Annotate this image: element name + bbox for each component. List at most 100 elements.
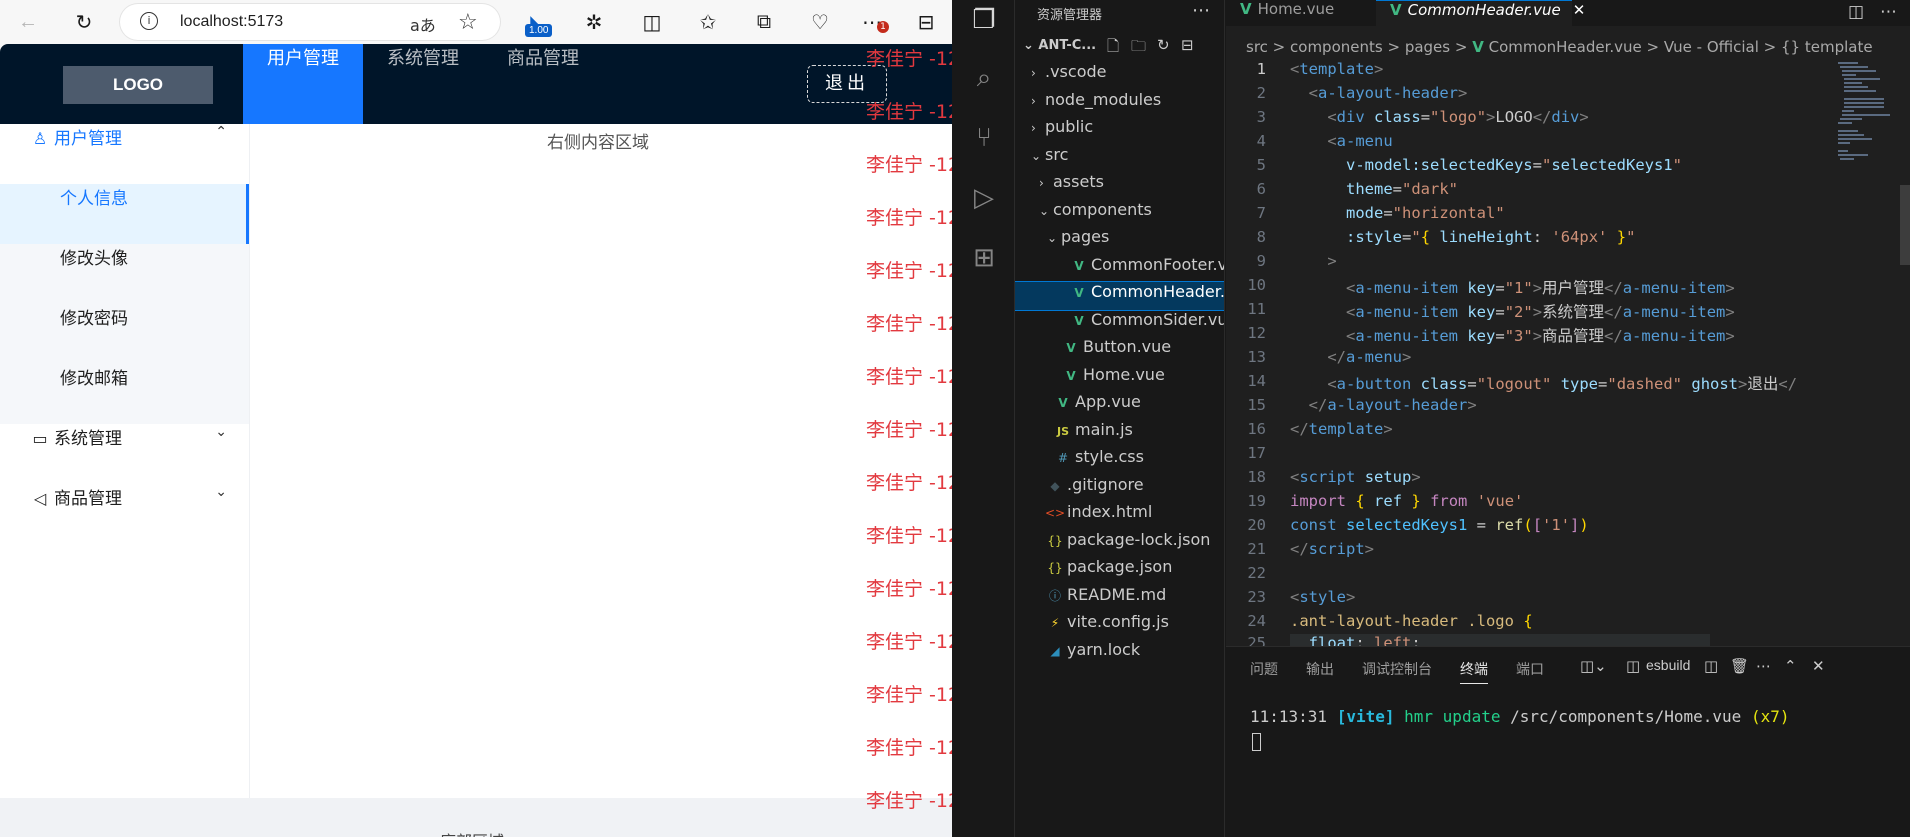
- more-actions-icon[interactable]: ⋯: [1192, 0, 1210, 21]
- collections-icon[interactable]: ⧉: [748, 6, 780, 38]
- breadcrumb-item[interactable]: {} template: [1781, 38, 1873, 56]
- file-tree-item[interactable]: › .vscode: [1015, 62, 1224, 90]
- favorite-star-icon[interactable]: ☆: [458, 9, 478, 35]
- panel-more-icon[interactable]: ⋯: [1756, 657, 1771, 675]
- browser-toolbar: ← ↻ i localhost:5173 aあ ☆ ◣ 1.00 ✲ ◫ ✩ ⧉…: [0, 0, 952, 44]
- source-control-icon[interactable]: ⑂: [968, 122, 1000, 154]
- search-icon[interactable]: ⌕: [968, 62, 1000, 94]
- new-folder-icon[interactable]: 🗀: [1131, 36, 1146, 61]
- refresh-explorer-icon[interactable]: ↻: [1157, 36, 1170, 54]
- breadcrumb-item[interactable]: components: [1290, 38, 1383, 56]
- submenu-users[interactable]: ♙ 用户管理 ⌃: [0, 124, 249, 184]
- collapse-all-icon[interactable]: ⊟: [1181, 36, 1194, 54]
- new-terminal-layout-icon[interactable]: ◫⌄: [1580, 657, 1607, 675]
- file-tree-item[interactable]: # style.css: [1015, 447, 1224, 475]
- editor-tabs: V Home.vue V CommonHeader.vue ✕ ◫ ⋯: [1226, 0, 1910, 26]
- panel-tab-ports[interactable]: 端口: [1516, 659, 1544, 684]
- file-tree-item[interactable]: V Home.vue: [1015, 365, 1224, 393]
- breadcrumb-item[interactable]: Vue - Official: [1664, 38, 1759, 56]
- code-line: <style>: [1290, 588, 1356, 606]
- file-tree-item[interactable]: V CommonFooter.v...: [1015, 255, 1224, 283]
- breadcrumb-item[interactable]: pages: [1405, 38, 1450, 56]
- file-tree-item[interactable]: JS main.js: [1015, 419, 1224, 448]
- file-tree-item[interactable]: V Button.vue: [1015, 337, 1224, 365]
- panel-tab-problems[interactable]: 问题: [1250, 659, 1278, 684]
- header-menu-item-users[interactable]: 用户管理: [243, 44, 363, 124]
- header-menu-item-system[interactable]: 系统管理: [363, 44, 483, 124]
- refresh-icon[interactable]: ↻: [68, 6, 100, 38]
- file-tree-item[interactable]: › public: [1015, 117, 1224, 145]
- terminal-profile-name[interactable]: esbuild: [1646, 657, 1690, 673]
- project-root[interactable]: ⌄ ANT-C...: [1023, 38, 1096, 53]
- address-url[interactable]: localhost:5173: [180, 13, 283, 31]
- file-tree-item[interactable]: ⚡ vite.config.js: [1015, 612, 1224, 640]
- file-tree-item[interactable]: {} package.json: [1015, 557, 1224, 585]
- close-panel-icon[interactable]: ✕: [1812, 657, 1825, 675]
- file-tree-item[interactable]: {} package-lock.json: [1015, 530, 1224, 558]
- extensions-icon[interactable]: ⊞: [968, 242, 1000, 274]
- split-screen-icon[interactable]: ◫: [636, 6, 668, 38]
- back-icon[interactable]: ←: [12, 6, 44, 38]
- editor-scrollbar[interactable]: [1900, 185, 1910, 265]
- file-tree-item[interactable]: <> index.html: [1015, 502, 1224, 530]
- sidebar-toggle-icon[interactable]: ⊟: [910, 6, 942, 38]
- chevron-icon: ›: [1031, 66, 1036, 80]
- md-file-icon: ⓘ: [1048, 588, 1061, 603]
- address-bar[interactable]: i localhost:5173 aあ ☆: [120, 4, 500, 40]
- menu-item-email[interactable]: 修改邮箱: [0, 364, 249, 424]
- new-file-icon[interactable]: 🗋: [1107, 36, 1119, 61]
- breadcrumb-item[interactable]: src: [1246, 38, 1268, 56]
- file-tree-item[interactable]: ⌄ components: [1015, 200, 1224, 228]
- terminal-tag: [vite]: [1336, 707, 1395, 726]
- panel-tab-debug-console[interactable]: 调试控制台: [1362, 659, 1432, 684]
- site-info-icon[interactable]: i: [140, 12, 158, 30]
- header-menu-item-goods[interactable]: 商品管理: [483, 44, 603, 124]
- tab-home-vue[interactable]: V Home.vue: [1226, 0, 1366, 26]
- menu-item-avatar[interactable]: 修改头像: [0, 244, 249, 304]
- tab-commonheader-vue[interactable]: V CommonHeader.vue ✕: [1376, 0, 1585, 26]
- explorer-files-icon[interactable]: ❐: [968, 4, 1000, 36]
- code-line: float: left;: [1290, 634, 1710, 646]
- submenu-system[interactable]: ▭ 系统管理 ⌄: [0, 424, 249, 484]
- minimap[interactable]: [1834, 60, 1900, 170]
- editor-more-icon[interactable]: ⋯: [1880, 2, 1897, 22]
- vue-file-icon: V: [1240, 0, 1252, 18]
- explorer-panel: 资源管理器 ⋯ ⌄ ANT-C... 🗋 🗀 ↻ ⊟ › .vscode › node…: [1015, 0, 1225, 837]
- close-tab-icon[interactable]: ✕: [1573, 1, 1586, 19]
- file-tree-item[interactable]: ⓘ README.md: [1015, 585, 1224, 613]
- file-tree-item[interactable]: ⌄ src: [1015, 145, 1224, 173]
- menu-item-profile[interactable]: 个人信息: [0, 184, 249, 244]
- terminal-icon: ◫: [1626, 658, 1641, 675]
- file-tree-item-label: .vscode: [1045, 62, 1107, 81]
- file-tree-item[interactable]: ◆ .gitignore: [1015, 474, 1224, 503]
- split-editor-icon[interactable]: ◫: [1848, 2, 1864, 22]
- terminal-count: (x7): [1750, 707, 1790, 726]
- file-tree-item-label: vite.config.js: [1067, 612, 1169, 631]
- file-tree-item-label: .gitignore: [1067, 474, 1144, 494]
- trash-icon[interactable]: 🗑: [1730, 657, 1749, 675]
- file-tree-item[interactable]: V App.vue: [1015, 392, 1224, 420]
- terminal-cursor[interactable]: [1252, 733, 1261, 751]
- panel-tab-terminal[interactable]: 终端: [1460, 659, 1488, 684]
- menu-item-password[interactable]: 修改密码: [0, 304, 249, 364]
- split-terminal-icon[interactable]: ◫: [1704, 657, 1718, 675]
- extensions-puzzle-icon[interactable]: ✲: [578, 6, 610, 38]
- html-file-icon: <>: [1045, 506, 1066, 520]
- read-aloud-icon[interactable]: aあ: [410, 12, 436, 36]
- file-tree-item[interactable]: ⌄ pages: [1015, 227, 1224, 255]
- breadcrumb-item[interactable]: CommonHeader.vue: [1489, 38, 1642, 56]
- submenu-goods[interactable]: ◁ 商品管理 ⌄: [0, 484, 249, 544]
- file-tree-item[interactable]: ◢ yarn.lock: [1015, 640, 1224, 668]
- favorites-icon[interactable]: ✩: [692, 6, 724, 38]
- file-tree-item[interactable]: › assets: [1015, 172, 1224, 200]
- run-debug-icon[interactable]: ▷: [968, 182, 1000, 214]
- file-tree-item-label: main.js: [1075, 419, 1133, 439]
- panel-tab-output[interactable]: 输出: [1306, 659, 1334, 684]
- maximize-panel-icon[interactable]: ⌃: [1784, 657, 1797, 675]
- line-number: 14: [1247, 372, 1266, 390]
- code-line: </template>: [1290, 420, 1393, 438]
- file-tree-item[interactable]: V CommonSider.vue: [1015, 310, 1224, 338]
- file-tree-item[interactable]: › node_modules: [1015, 90, 1224, 118]
- browser-essentials-icon[interactable]: ♡: [804, 6, 836, 38]
- file-tree-item[interactable]: V CommonHeader....: [1015, 281, 1224, 311]
